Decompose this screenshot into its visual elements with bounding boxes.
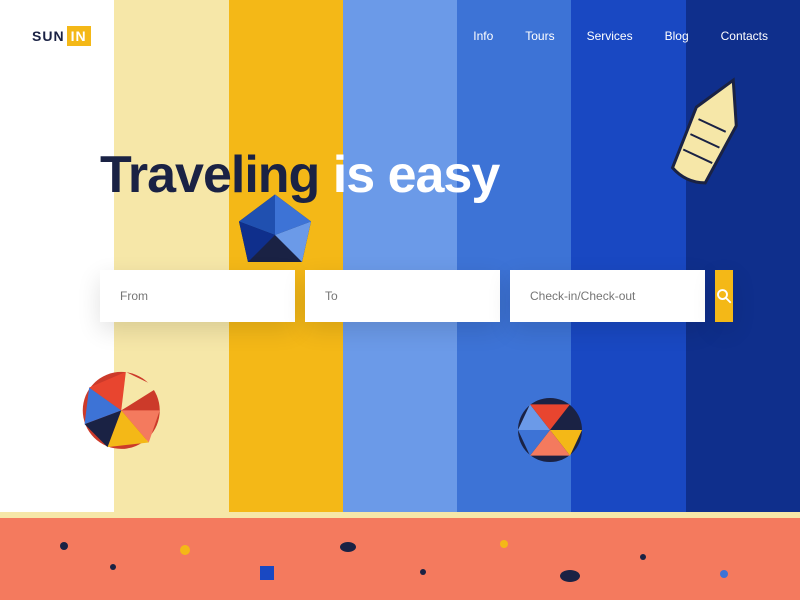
from-input[interactable] <box>100 270 295 322</box>
search-button[interactable] <box>715 270 733 322</box>
dates-input[interactable] <box>510 270 705 322</box>
search-icon <box>715 287 733 305</box>
hero-word-1: Traveling <box>100 146 319 204</box>
nav-info[interactable]: Info <box>473 29 493 43</box>
main-nav: Info Tours Services Blog Contacts <box>473 29 768 43</box>
hero-headline: Traveling is easy <box>100 145 499 205</box>
hero-word-2: is <box>333 146 374 204</box>
umbrella-small-icon <box>510 390 590 470</box>
logo-text-a: SUN <box>32 28 65 44</box>
to-input[interactable] <box>305 270 500 322</box>
logo: SUNIN <box>32 28 91 44</box>
nav-tours[interactable]: Tours <box>525 29 554 43</box>
logo-text-b: IN <box>67 26 91 46</box>
footer-beach <box>0 512 800 600</box>
nav-blog[interactable]: Blog <box>665 29 689 43</box>
hero-word-3: easy <box>388 146 500 204</box>
nav-contacts[interactable]: Contacts <box>721 29 768 43</box>
umbrella-red-icon <box>80 365 190 465</box>
nav-services[interactable]: Services <box>587 29 633 43</box>
search-bar <box>100 270 730 322</box>
